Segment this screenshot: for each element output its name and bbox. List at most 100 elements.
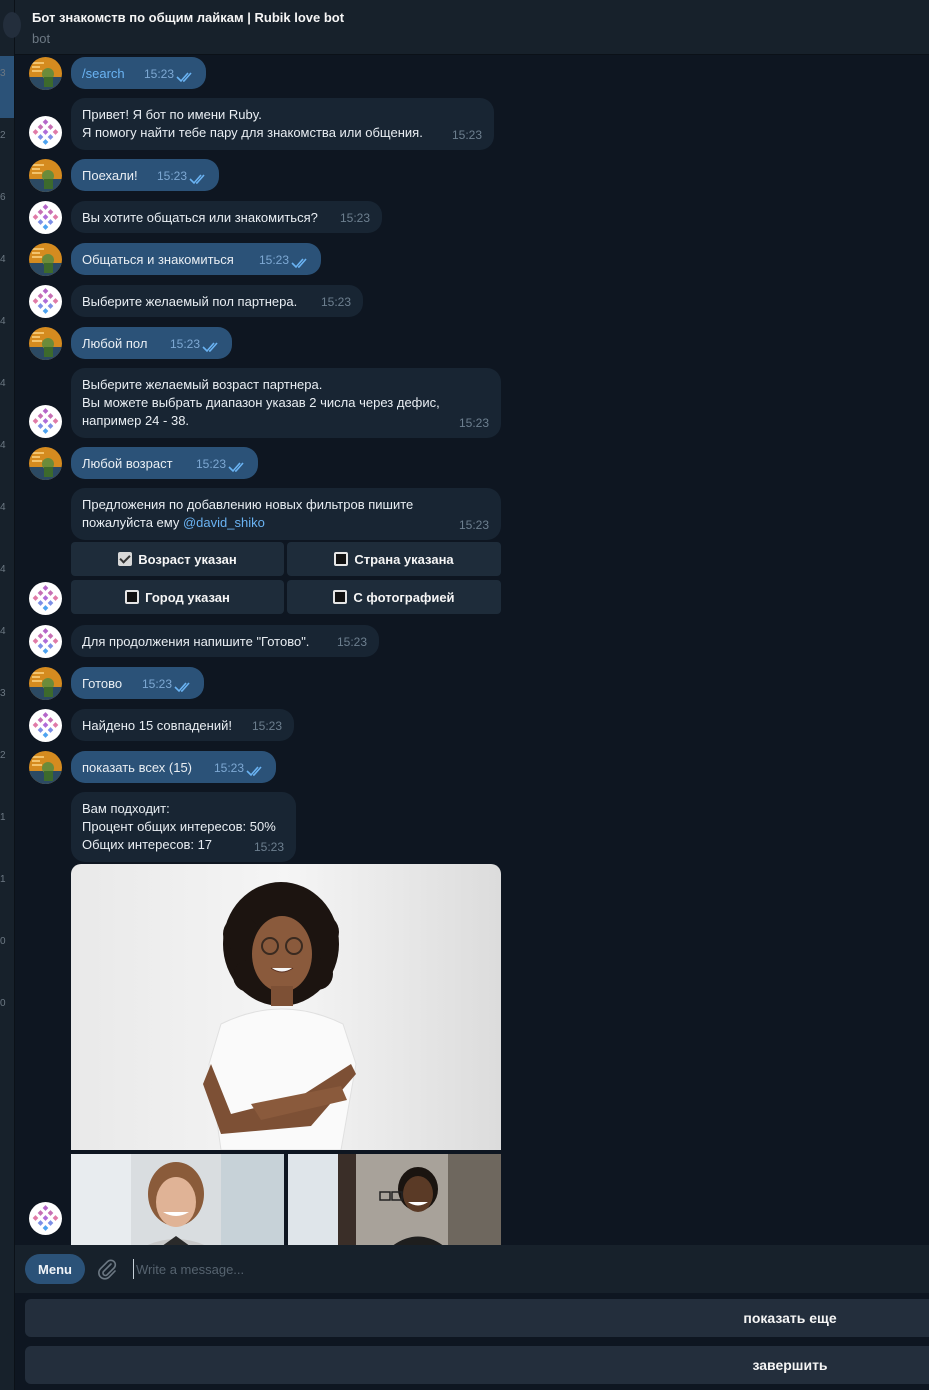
message-bubble[interactable]: Готово 15:23 xyxy=(71,667,204,699)
unread-count: 2 xyxy=(0,750,6,761)
profile-photo-3[interactable] xyxy=(288,1154,501,1245)
bot-avatar[interactable] xyxy=(29,582,62,615)
message-bubble: Вам подходит: Процент общих интересов: 5… xyxy=(71,792,296,862)
bot-avatar[interactable] xyxy=(29,625,62,658)
unread-count: 4 xyxy=(0,378,6,389)
unread-count: 0 xyxy=(0,998,6,1009)
read-checks-icon xyxy=(291,257,311,269)
unread-count: 6 xyxy=(0,192,6,203)
button-label: показать еще xyxy=(743,1310,837,1326)
read-checks-icon xyxy=(189,173,209,185)
chat-header[interactable]: Бот знакомств по общим лайкам | Rubik lo… xyxy=(3,0,929,55)
show-more-button[interactable]: показать еще xyxy=(25,1299,929,1337)
message-time: 15:23 xyxy=(336,635,367,649)
read-checks-icon xyxy=(228,461,248,473)
compose-bar: Menu xyxy=(15,1245,929,1293)
message-bubble[interactable]: показать всех (15) 15:23 xyxy=(71,751,276,783)
message-text: Привет! Я бот по имени Ruby. Я помогу на… xyxy=(82,107,423,140)
message-bubble[interactable]: Любой возраст 15:23 xyxy=(71,447,258,479)
unread-count: 1 xyxy=(0,812,6,823)
unread-count: 0 xyxy=(0,936,6,947)
message-bubble: Выберите желаемый пол партнера. 15:23 xyxy=(71,285,363,317)
filter-city-button[interactable]: Город указан xyxy=(71,580,284,614)
button-label: Страна указана xyxy=(354,551,454,567)
user-avatar[interactable] xyxy=(29,243,62,276)
profile-photo-main[interactable] xyxy=(71,864,501,1150)
filter-photo-button[interactable]: С фотографией xyxy=(287,580,501,614)
chat-list-rail: 3 2 6 4 4 4 4 4 4 4 3 2 1 1 0 0 xyxy=(0,0,15,1390)
message-time: 15:23 xyxy=(458,518,489,532)
chat-subtitle: bot xyxy=(32,31,51,46)
message-text: Выберите желаемый пол партнера. xyxy=(82,294,298,309)
message-text: Любой пол xyxy=(82,336,148,351)
message-time: 15:23 xyxy=(320,295,351,309)
read-checks-icon xyxy=(246,765,266,777)
bot-avatar[interactable] xyxy=(29,405,62,438)
message-text: Вы хотите общаться или знакомиться? xyxy=(82,210,318,225)
unread-count: 4 xyxy=(0,626,6,637)
bot-avatar[interactable] xyxy=(29,116,62,149)
checkbox-unchecked-icon xyxy=(125,590,140,604)
unread-count: 3 xyxy=(0,688,6,699)
message-bubble: Выберите желаемый возраст партнера. Вы м… xyxy=(71,368,501,438)
message-time: 15:23 xyxy=(156,169,187,183)
unread-count: 4 xyxy=(0,440,6,451)
message-time: 15:23 xyxy=(258,253,289,267)
mention-link[interactable]: @david_shiko xyxy=(183,515,265,530)
bot-avatar[interactable] xyxy=(29,201,62,234)
unread-count: 2 xyxy=(0,130,6,141)
filter-age-button[interactable]: Возраст указан xyxy=(71,542,284,576)
user-avatar[interactable] xyxy=(29,327,62,360)
profile-photo-2[interactable] xyxy=(71,1154,284,1245)
bot-avatar[interactable] xyxy=(29,709,62,742)
user-avatar[interactable] xyxy=(29,159,62,192)
button-label: С фотографией xyxy=(353,589,455,605)
bot-avatar[interactable] xyxy=(29,285,62,318)
message-time: 15:23 xyxy=(141,677,172,691)
unread-count: 4 xyxy=(0,254,6,265)
message-time: 15:23 xyxy=(253,840,284,854)
paperclip-icon[interactable] xyxy=(96,1258,118,1280)
message-time: 15:23 xyxy=(169,337,200,351)
message-time: 15:23 xyxy=(339,211,370,225)
unread-count: 4 xyxy=(0,502,6,513)
message-time: 15:23 xyxy=(195,457,226,471)
message-bubble: Привет! Я бот по имени Ruby. Я помогу на… xyxy=(71,98,494,150)
chat-title: Бот знакомств по общим лайкам | Rubik lo… xyxy=(32,10,345,25)
message-time: 15:23 xyxy=(251,719,282,733)
message-bubble[interactable]: Любой пол 15:23 xyxy=(71,327,232,359)
message-bubble[interactable]: Поехали! 15:23 xyxy=(71,159,219,191)
read-checks-icon xyxy=(176,71,196,83)
button-label: Возраст указан xyxy=(138,551,237,567)
menu-button[interactable]: Menu xyxy=(25,1254,85,1284)
user-avatar[interactable] xyxy=(29,57,62,90)
message-text: Предложения по добавлению новых фильтров… xyxy=(82,496,490,532)
message-time: 15:23 xyxy=(143,67,174,81)
reply-keyboard: показать еще завершить xyxy=(15,1293,929,1390)
checkbox-unchecked-icon xyxy=(333,590,348,604)
message-bubble: Вы хотите общаться или знакомиться? 15:2… xyxy=(71,201,382,233)
message-list[interactable]: /search 15:23 Привет! Я бот по имени Rub… xyxy=(15,55,929,1245)
unread-count: 1 xyxy=(0,874,6,885)
bot-avatar[interactable] xyxy=(29,1202,62,1235)
finish-button[interactable]: завершить xyxy=(25,1346,929,1384)
unread-count: 4 xyxy=(0,564,6,575)
avatar xyxy=(3,12,21,38)
user-avatar[interactable] xyxy=(29,447,62,480)
message-text: Выберите желаемый возраст партнера. Вы м… xyxy=(82,377,440,428)
checkbox-checked-icon xyxy=(118,552,133,566)
message-bubble: Для продолжения напишите "Готово". 15:23 xyxy=(71,625,379,657)
user-avatar[interactable] xyxy=(29,667,62,700)
user-avatar[interactable] xyxy=(29,751,62,784)
filter-country-button[interactable]: Страна указана xyxy=(287,542,501,576)
message-bubble: Предложения по добавлению новых фильтров… xyxy=(71,488,501,540)
message-time: 15:23 xyxy=(451,128,482,142)
read-checks-icon xyxy=(174,681,194,693)
message-bubble[interactable]: Общаться и знакомиться 15:23 xyxy=(71,243,321,275)
active-chat-highlight[interactable] xyxy=(0,56,14,118)
message-bubble[interactable]: /search 15:23 xyxy=(71,57,206,89)
unread-count: 4 xyxy=(0,316,6,327)
message-bubble: Найдено 15 совпадений! 15:23 xyxy=(71,709,294,741)
checkbox-unchecked-icon xyxy=(334,552,349,566)
message-input[interactable] xyxy=(133,1259,833,1279)
